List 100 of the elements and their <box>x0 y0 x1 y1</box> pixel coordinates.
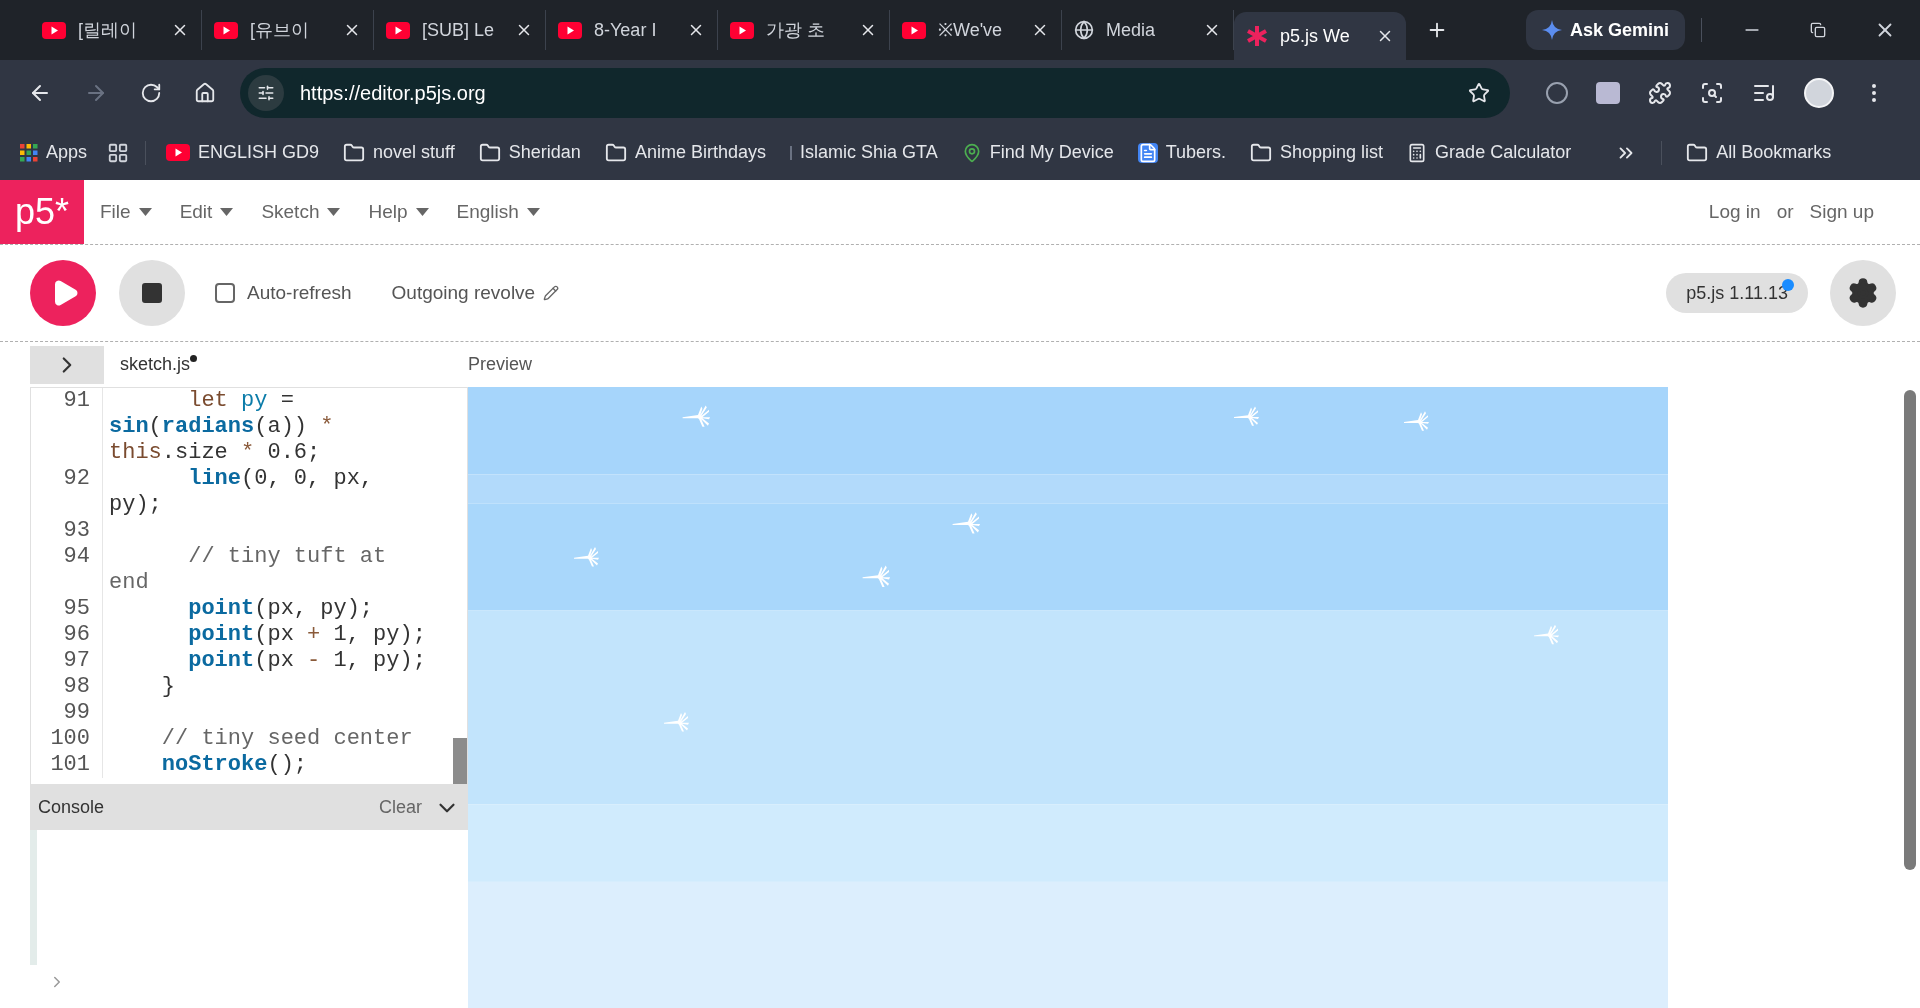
bookmark-item[interactable]: Sheridan <box>474 139 585 166</box>
browser-tab[interactable]: [릴레이 <box>30 10 202 50</box>
bookmark-star-icon[interactable] <box>1468 81 1490 104</box>
code-line: line(0, 0, px, py); <box>108 466 375 518</box>
menu-item[interactable]: Edit <box>179 197 234 227</box>
menu-item[interactable]: Help <box>368 197 429 227</box>
tab-title: [SUB] Le <box>422 18 496 42</box>
restore-icon[interactable] <box>1810 22 1826 38</box>
video-icon <box>386 21 410 39</box>
bookmark-label: Apps <box>46 141 88 164</box>
bookmark-label: Anime Birthdays <box>634 141 766 164</box>
code-line: // tiny tuft at end <box>108 544 388 596</box>
address-field[interactable]: https://editor.p5js.org <box>240 67 1510 118</box>
line-number: 91 <box>31 388 103 466</box>
folder-icon <box>478 141 501 164</box>
code-line: point(px, py); <box>187 596 375 622</box>
bookmark-item[interactable]: Islamic Shia GTA <box>785 139 942 166</box>
bookmark-label: Shopping list <box>1280 141 1384 164</box>
line-number: 93 <box>31 518 103 544</box>
code-line: let py = sin(radians(a)) * this.size * 0.6; <box>108 388 335 466</box>
screen-search-icon[interactable] <box>1700 80 1724 105</box>
folder-icon <box>604 141 627 164</box>
auto-refresh-label: Auto-refresh <box>247 280 352 305</box>
line-number: 94 <box>31 544 103 596</box>
bookmark-item[interactable]: All Bookmarks <box>1686 139 1832 166</box>
bookmark-item[interactable]: Apps <box>16 139 92 166</box>
bookmark-item[interactable]: novel stuff <box>339 139 459 166</box>
caret-icon <box>415 208 429 216</box>
sketch-name[interactable]: Outgoing revolve <box>391 278 536 308</box>
browser-tab[interactable]: Media <box>1062 10 1234 50</box>
auto-refresh-checkbox[interactable] <box>215 283 235 303</box>
p5-logo[interactable]: p5* <box>0 180 84 244</box>
bookmark-label: novel stuff <box>373 141 455 164</box>
bookmark-label: ENGLISH GD9 <box>198 141 320 164</box>
bookmark-item[interactable]: Grade Calculator <box>1403 139 1576 166</box>
line-number: 98 <box>31 674 103 700</box>
caret-icon <box>526 208 540 216</box>
pencil-icon[interactable] <box>543 285 560 301</box>
or-label: or <box>1776 199 1794 224</box>
video-icon <box>42 21 66 39</box>
code-line: // tiny seed center <box>160 726 414 752</box>
asterisk-icon <box>1246 25 1268 47</box>
line-number: 101 <box>31 752 103 778</box>
browser-tab[interactable]: ※We've <box>890 10 1062 50</box>
bookmark-label: Islamic Shia GTA <box>799 141 938 164</box>
code-line: } <box>160 674 176 700</box>
bookmark-item[interactable]: Find My Device <box>957 139 1118 166</box>
signup-link[interactable]: Sign up <box>1809 197 1874 227</box>
profile-avatar[interactable] <box>1804 77 1834 108</box>
document-icon <box>1137 142 1158 163</box>
globe-icon <box>1074 20 1094 40</box>
bookmark-label: Find My Device <box>989 141 1114 164</box>
bookmark-item[interactable]: ENGLISH GD9 <box>162 139 324 166</box>
folder-icon <box>343 141 366 164</box>
site-settings-icon[interactable] <box>248 74 284 111</box>
video-icon <box>558 21 582 39</box>
file-name: sketch.js <box>120 353 191 376</box>
browser-tab[interactable]: [SUB] Le <box>374 10 546 50</box>
browser-tab[interactable]: 가광 초 <box>718 10 890 50</box>
reload-icon[interactable] <box>140 81 162 104</box>
code-line: noStroke(); <box>160 752 309 778</box>
tab-title: Media <box>1106 18 1157 42</box>
line-number: 95 <box>31 596 103 622</box>
page-scrollbar[interactable] <box>1904 390 1916 870</box>
browser-tab[interactable]: p5.js We <box>1234 12 1406 60</box>
calculator-icon <box>1407 142 1428 163</box>
menu-item[interactable]: File <box>100 197 152 227</box>
caret-icon <box>327 208 341 216</box>
tab-title: 가광 초 <box>766 18 826 42</box>
extensions-icon[interactable] <box>1648 80 1672 105</box>
bookmark-label: All Bookmarks <box>1716 141 1832 164</box>
line-number: 92 <box>31 466 103 518</box>
ask-gemini-button[interactable]: Ask Gemini <box>1525 10 1685 50</box>
tab-title: ※We've <box>938 18 1004 42</box>
preview-label: Preview <box>468 353 533 376</box>
tab-title: p5.js We <box>1280 24 1351 48</box>
tab-title: [유브이 <box>250 18 310 42</box>
menu-item[interactable]: English <box>456 197 540 227</box>
video-icon <box>214 21 238 39</box>
home-icon[interactable] <box>194 81 216 104</box>
code-line: point(px - 1, py); <box>187 648 427 674</box>
line-number: 97 <box>31 648 103 674</box>
settings-icon <box>1847 277 1879 309</box>
video-icon <box>902 21 926 39</box>
bookmark-label: Sheridan <box>508 141 581 164</box>
scrollbar-thumb[interactable] <box>453 738 467 784</box>
browser-tab[interactable]: 8-Year I <box>546 10 718 50</box>
line-number: 99 <box>31 700 103 726</box>
bookmark-item[interactable]: Shopping list <box>1246 139 1388 166</box>
video-icon <box>166 144 191 161</box>
bookmark-item[interactable]: Anime Birthdays <box>600 139 770 166</box>
tab-title: [릴레이 <box>78 18 138 42</box>
caret-icon <box>138 208 152 216</box>
grid-icon[interactable] <box>107 141 130 164</box>
clear-button[interactable]: Clear <box>379 794 422 821</box>
menu-item[interactable]: Sketch <box>261 197 341 227</box>
bookmark-item[interactable]: Tubers. <box>1133 139 1231 166</box>
code-line: point(px + 1, py); <box>187 622 427 648</box>
login-link[interactable]: Log in <box>1708 197 1761 227</box>
browser-tab[interactable]: [유브이 <box>202 10 374 50</box>
